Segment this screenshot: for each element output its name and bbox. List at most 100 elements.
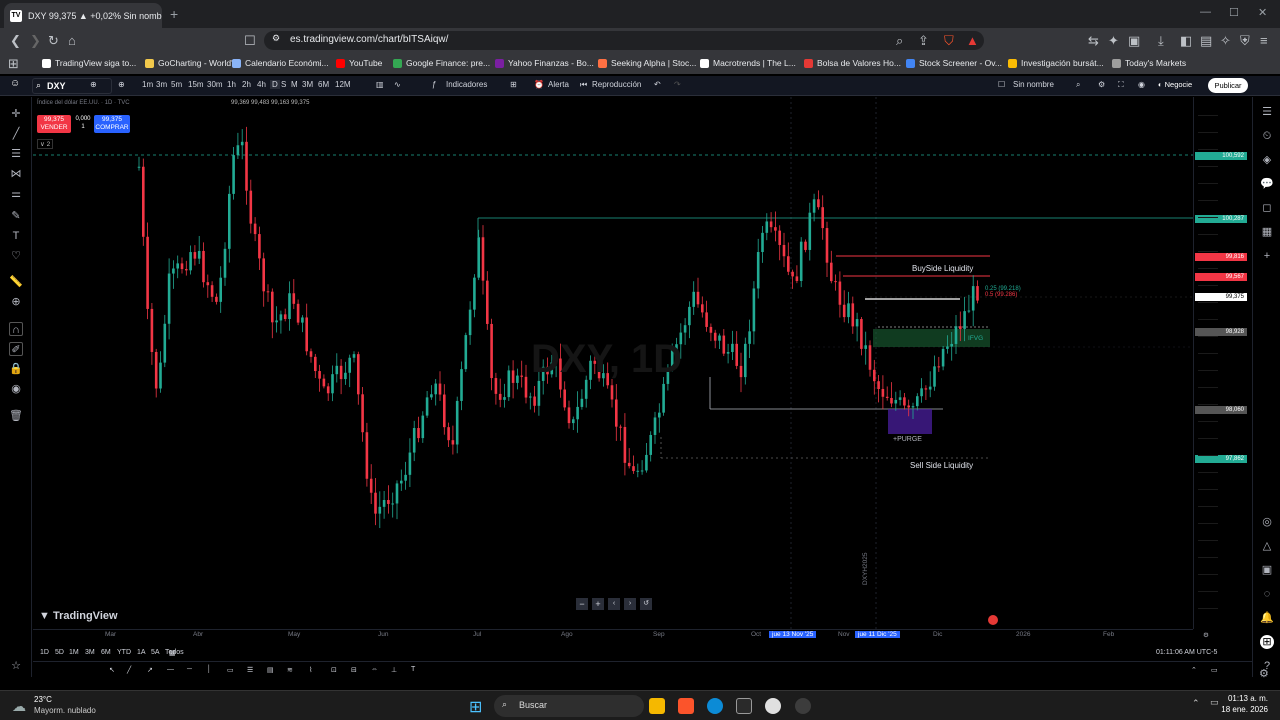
url-field[interactable]: ⚙ es.tradingview.com/chart/bITSAiqw/ xyxy=(264,31,984,50)
taskbar-date[interactable]: 18 ene. 2026 xyxy=(1212,705,1268,714)
timeframe-1h[interactable]: 1h xyxy=(227,80,236,89)
add-widget-icon[interactable]: + xyxy=(1260,249,1274,263)
channel-icon[interactable]: ▤ xyxy=(267,666,274,674)
zoom-in-button-icon[interactable]: + xyxy=(592,598,604,610)
bookmark-item[interactable]: Seeking Alpha | Stoc... xyxy=(598,58,696,68)
apps-icon[interactable]: ⊞ xyxy=(1260,635,1274,649)
trendline-icon[interactable]: ╱ xyxy=(9,127,23,141)
timeframe-30m[interactable]: 30m xyxy=(207,80,223,89)
timeframe-5m[interactable]: 5m xyxy=(171,80,182,89)
range-1D[interactable]: 1D xyxy=(40,649,49,656)
brave-icon[interactable] xyxy=(678,698,694,714)
wallet-icon[interactable]: ▤ xyxy=(1200,33,1212,49)
parallel-channel-icon[interactable]: ≋ xyxy=(287,666,293,674)
back-icon[interactable]: ❮ xyxy=(10,33,21,49)
timeframe-1m[interactable]: 1m xyxy=(142,80,153,89)
timeframe-15m[interactable]: 15m xyxy=(188,80,204,89)
range-1M[interactable]: 1M xyxy=(69,649,79,656)
lock-icon[interactable]: 🔒 xyxy=(9,362,23,376)
site-info-icon[interactable]: ⚙ xyxy=(272,33,280,44)
range-5A[interactable]: 5A xyxy=(151,649,160,656)
timeframe-S[interactable]: S xyxy=(281,80,286,89)
redo-icon[interactable]: ↷ xyxy=(674,80,681,89)
forward-icon[interactable]: ❯ xyxy=(30,33,41,49)
cursor-icon[interactable]: ↖ xyxy=(109,666,115,674)
brush-icon[interactable]: ✎ xyxy=(9,209,23,223)
undo-icon[interactable]: ↶ xyxy=(654,80,661,89)
tray-chevron-icon[interactable]: ⌃ xyxy=(1192,698,1200,709)
vertical-line-icon[interactable]: │ xyxy=(207,666,211,673)
watchlist-icon[interactable]: ☰ xyxy=(1260,105,1274,119)
legend-collapse-toggle[interactable]: ∨ 2 xyxy=(37,139,54,149)
date-range-icon[interactable]: ▦ xyxy=(169,649,176,657)
notifications-icon[interactable]: 🔔 xyxy=(1260,611,1274,625)
time-axis[interactable]: Mar Abr May Jun Jul Ago Sep Oct Nov Dic 2026 Feb ju… xyxy=(33,629,1209,641)
share-icon[interactable]: ⇪ xyxy=(918,33,929,49)
bookmark-item[interactable]: Google Finance: pre... xyxy=(393,58,490,68)
taskbar-time[interactable]: 01:13 a. m. xyxy=(1222,694,1268,703)
collapse-panel-icon[interactable]: ⌃ xyxy=(1191,666,1197,674)
trade-button[interactable]: ◐ Negocie xyxy=(1158,78,1202,93)
alerts-clock-icon[interactable]: ⏲ xyxy=(1260,129,1274,143)
price-axis[interactable]: 100,592 100,287 99,816 99,567 99,375 98,928 98… xyxy=(1193,97,1251,629)
quantity-value[interactable]: 1 xyxy=(74,123,92,131)
screenshot-icon[interactable]: ▣ xyxy=(1128,33,1140,49)
range-5D[interactable]: 5D xyxy=(55,649,64,656)
user-avatar-icon[interactable]: ☺ xyxy=(10,78,20,89)
chrome-icon[interactable] xyxy=(795,698,811,714)
pine-icon[interactable]: △ xyxy=(1260,539,1274,553)
close-window-icon[interactable]: ✕ xyxy=(1258,6,1267,19)
settings-gear-icon[interactable]: ⚙ xyxy=(1259,667,1269,680)
rewards-icon[interactable]: ▲ xyxy=(966,33,979,48)
compare-icon[interactable]: ⊕ xyxy=(90,80,97,89)
zoom-in-icon[interactable]: ⊕ xyxy=(9,295,23,309)
buy-button[interactable]: 99,375 COMPRAR xyxy=(94,115,130,133)
object-tree-icon[interactable]: ◈ xyxy=(1260,153,1274,167)
timeframe-12M[interactable]: 12M xyxy=(335,80,351,89)
text-tool-icon[interactable]: T xyxy=(411,666,415,673)
stay-in-drawing-icon[interactable]: ✐ xyxy=(9,342,23,356)
weather-icon[interactable]: ☁ xyxy=(12,698,26,715)
settings-icon[interactable]: ⚙ xyxy=(1098,80,1105,89)
brave-shield-icon[interactable]: ⛉ xyxy=(944,33,954,49)
bookmark-item[interactable]: GoCharting - World'... xyxy=(145,58,240,68)
ray-icon[interactable]: ↗ xyxy=(147,666,153,674)
ideas-icon[interactable]: ◻ xyxy=(1260,201,1274,215)
bookmark-item[interactable]: TradingView siga to... xyxy=(42,58,136,68)
timeframe-2h[interactable]: 2h xyxy=(242,80,251,89)
line-chart-icon[interactable]: ∿ xyxy=(394,80,401,89)
measure-icon[interactable]: ⇔ xyxy=(371,666,378,673)
timeframe-M[interactable]: M xyxy=(291,80,298,89)
scroll-left-icon[interactable]: ‹ xyxy=(608,598,620,610)
new-tab-icon[interactable]: + xyxy=(170,6,178,22)
range-6M[interactable]: 6M xyxy=(101,649,111,656)
eye-icon[interactable]: ◉ xyxy=(9,382,23,396)
bookmark-item[interactable]: YouTube xyxy=(336,58,382,68)
sidebar-icon[interactable]: ◧ xyxy=(1180,33,1192,49)
zoom-out-icon[interactable]: − xyxy=(576,598,588,610)
clock-display[interactable]: 01:11:06 AM UTC-5 xyxy=(1156,649,1217,656)
add-symbol-icon[interactable]: ⊕ xyxy=(118,80,125,89)
file-explorer-icon[interactable] xyxy=(649,698,665,714)
scroll-right-icon[interactable]: › xyxy=(624,598,636,610)
range-3M[interactable]: 3M xyxy=(85,649,95,656)
timeframe-D[interactable]: D xyxy=(270,80,280,89)
market-status-icon[interactable] xyxy=(988,615,998,625)
ruler-icon[interactable]: 📏 xyxy=(9,275,23,289)
long-position-icon[interactable]: ⊡ xyxy=(331,666,337,674)
maximize-icon[interactable]: ☐ xyxy=(1229,6,1239,19)
chart-type-icon[interactable]: ▥ xyxy=(376,80,384,89)
layout-name[interactable]: Sin nombre xyxy=(1013,80,1054,89)
download-icon[interactable]: ⤓ xyxy=(1158,33,1164,49)
bookmark-item[interactable]: Today's Markets xyxy=(1112,58,1186,68)
bookmark-icon[interactable]: ☐ xyxy=(244,33,256,49)
axis-settings-icon[interactable]: ⚙ xyxy=(1203,631,1209,639)
itunes-icon[interactable] xyxy=(765,698,781,714)
rectangle-icon[interactable]: ▭ xyxy=(227,666,234,674)
alert-icon[interactable]: ⏰ xyxy=(534,80,544,89)
templates-icon[interactable]: ⊞ xyxy=(510,80,517,89)
prediction-icon[interactable]: ⚌ xyxy=(9,187,23,201)
camera-icon[interactable]: ◉ xyxy=(1138,80,1145,89)
home-icon[interactable]: ⌂ xyxy=(68,33,76,48)
replay-icon[interactable]: ⏮ xyxy=(580,80,587,90)
